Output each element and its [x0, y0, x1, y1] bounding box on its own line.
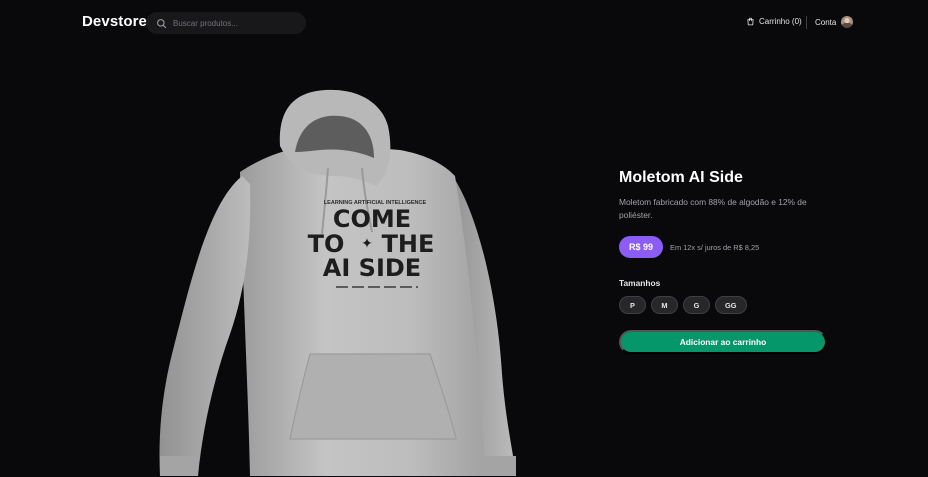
search-input[interactable] — [173, 18, 293, 28]
product-image: LEARNING ARTIFICIAL INTELLIGENCE COME TO… — [150, 84, 530, 477]
product-info: Moletom AI Side Moletom fabricado com 88… — [619, 168, 829, 354]
sizes-label: Tamanhos — [619, 278, 661, 288]
price-badge: R$ 99 — [619, 236, 664, 258]
add-to-cart-button[interactable]: Adicionar ao carrinho — [619, 330, 827, 354]
product-title: Moletom AI Side — [619, 169, 743, 186]
search-bar[interactable] — [146, 12, 306, 34]
size-options: P M G GG — [619, 296, 829, 314]
search-icon — [157, 18, 167, 28]
price-row: R$ 99 Em 12x s/ juros de R$ 8,25 — [619, 236, 829, 258]
print-line-3: AI SIDE — [323, 254, 421, 282]
cart-label: Carrinho (0) — [759, 17, 802, 26]
cart-link[interactable]: Carrinho (0) — [746, 17, 802, 26]
avatar — [841, 16, 854, 28]
store-logo[interactable]: Devstore — [82, 13, 147, 30]
sparkle-icon: ✦ — [361, 236, 373, 252]
installments-text: Em 12x s/ juros de R$ 8,25 — [670, 242, 760, 252]
header-divider — [806, 16, 807, 29]
account-link[interactable]: Conta — [815, 16, 854, 28]
size-option-p[interactable]: P — [619, 296, 646, 314]
account-label: Conta — [815, 17, 837, 27]
size-option-gg[interactable]: GG — [715, 296, 747, 314]
size-option-m[interactable]: M — [651, 296, 678, 314]
product-description: Moletom fabricado com 88% de algodão e 1… — [619, 197, 807, 220]
shopping-bag-icon — [747, 17, 754, 26]
print-line-1: COME — [333, 205, 411, 233]
site-header: Devstore Carrinho (0) Conta — [0, 0, 928, 46]
size-option-g[interactable]: G — [683, 296, 710, 314]
